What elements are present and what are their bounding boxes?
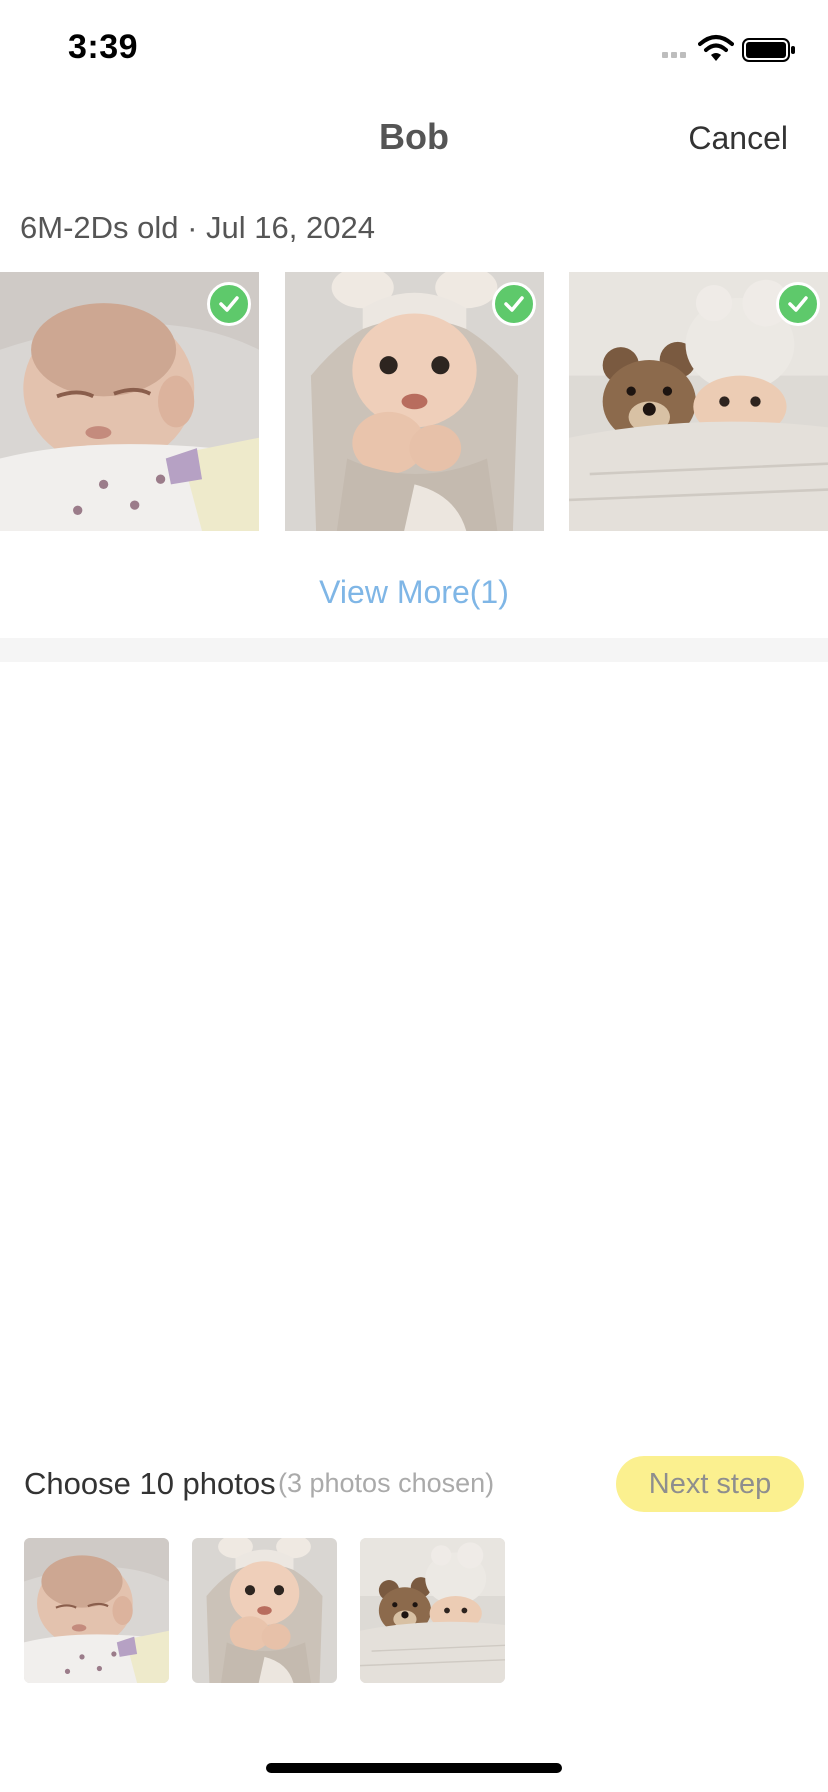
baby-photo-image: [192, 1538, 337, 1683]
selected-thumbnails: [0, 1538, 828, 1684]
cancel-button[interactable]: Cancel: [688, 120, 788, 157]
check-icon[interactable]: [207, 282, 251, 326]
photo-item[interactable]: [0, 272, 259, 531]
baby-photo-image: [360, 1538, 505, 1683]
wifi-icon: [698, 35, 734, 61]
photo-grid: [0, 272, 828, 531]
section-divider: [0, 638, 828, 662]
check-icon[interactable]: [776, 282, 820, 326]
photo-item[interactable]: [285, 272, 544, 531]
selected-thumbnail[interactable]: [24, 1538, 169, 1683]
baby-photo-image: [24, 1538, 169, 1683]
home-indicator[interactable]: [266, 1763, 562, 1773]
choose-photos-title: Choose 10 photos: [24, 1466, 276, 1501]
photo-item[interactable]: [569, 272, 828, 531]
status-time: 3:39: [68, 28, 139, 66]
group-date-header: 6M-2Ds old · Jul 16, 2024: [20, 210, 375, 245]
view-more-link[interactable]: View More(1): [0, 574, 828, 611]
signal-icon: [662, 52, 690, 62]
selected-thumbnail[interactable]: [360, 1538, 505, 1683]
chosen-count-label: (3 photos chosen): [278, 1468, 495, 1498]
check-icon[interactable]: [492, 282, 536, 326]
status-bar: 3:39: [0, 0, 828, 100]
battery-icon: [742, 38, 795, 62]
selected-thumbnail[interactable]: [192, 1538, 337, 1683]
next-step-button[interactable]: Next step: [616, 1456, 804, 1512]
